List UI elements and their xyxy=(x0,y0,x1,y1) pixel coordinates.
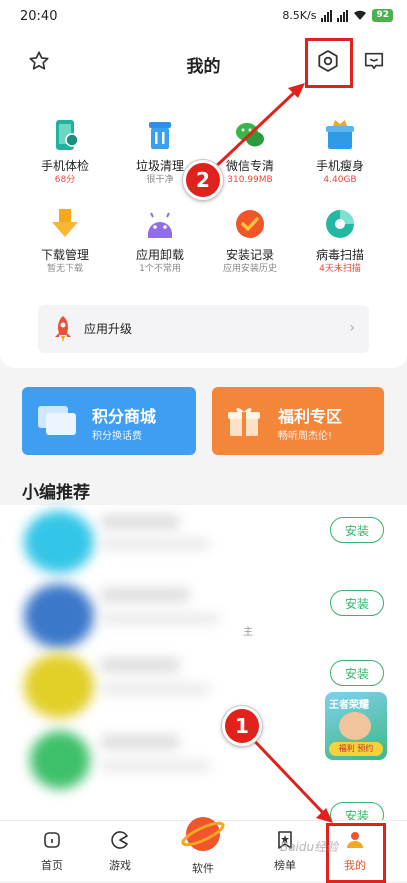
annotation-marker-1: 1 xyxy=(222,706,262,746)
annotation-arrows xyxy=(208,83,333,823)
annotation-marker-2: 2 xyxy=(183,160,223,200)
